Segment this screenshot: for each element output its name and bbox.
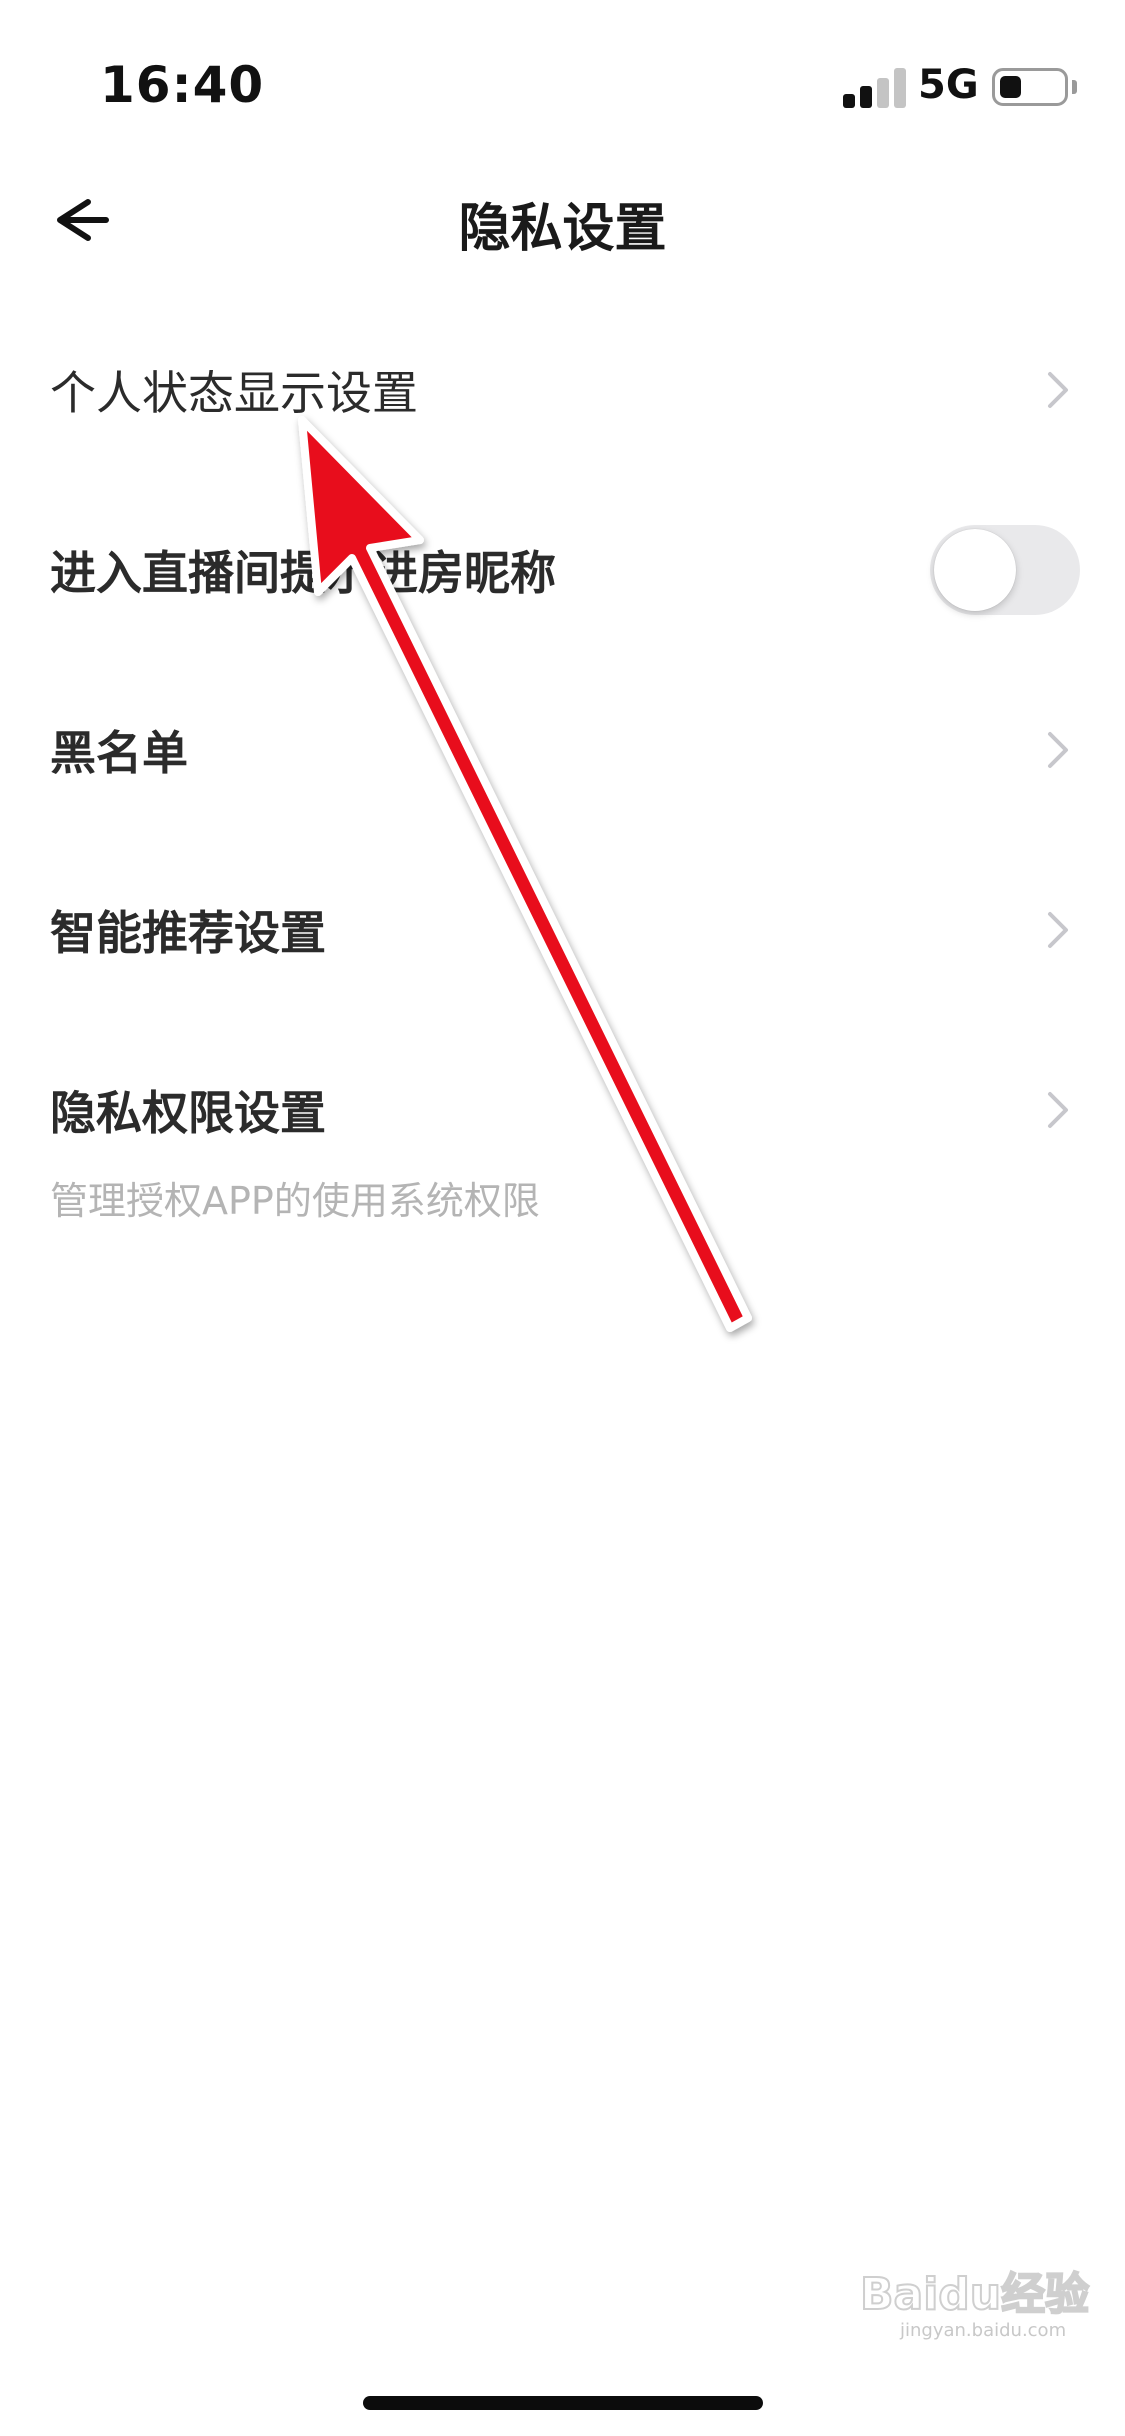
network-type: 5G <box>918 62 979 108</box>
setting-label: 进入直播间提示进房昵称 <box>50 546 556 600</box>
watermark-text: Baidu经验 <box>859 2268 1090 2321</box>
chevron-right-icon <box>1048 912 1068 948</box>
battery-cap <box>1072 80 1077 94</box>
setting-row-status-display[interactable]: 个人状态显示设置 <box>0 300 1125 480</box>
battery-level-fill <box>1000 76 1021 98</box>
baidu-watermark-logo: Baidu经验 jingyan.baidu.com <box>859 2240 1090 2341</box>
chevron-right-icon <box>1048 372 1068 408</box>
status-bar: 16:40 5G <box>0 0 1125 180</box>
chevron-right-icon <box>1048 1092 1068 1128</box>
setting-row-smart-recommend[interactable]: 智能推荐设置 <box>0 840 1125 1020</box>
chevron-right-icon <box>1048 732 1068 768</box>
home-indicator[interactable] <box>363 2396 763 2410</box>
battery-icon <box>992 68 1068 106</box>
setting-row-blacklist[interactable]: 黑名单 <box>0 660 1125 840</box>
cellular-signal-icon <box>843 68 907 108</box>
setting-row-room-entry-nickname: 进入直播间提示进房昵称 <box>0 480 1125 660</box>
settings-list: 个人状态显示设置 进入直播间提示进房昵称 黑名单 智能推荐设置 隐私权限设置 <box>0 300 1125 1200</box>
setting-label: 智能推荐设置 <box>50 906 326 960</box>
toggle-knob <box>934 529 1016 611</box>
room-entry-nickname-toggle[interactable] <box>930 525 1080 615</box>
status-time: 16:40 <box>100 56 265 114</box>
setting-label: 个人状态显示设置 <box>50 366 418 420</box>
setting-label: 隐私权限设置 <box>50 1086 326 1140</box>
page-title: 隐私设置 <box>458 199 667 259</box>
navigation-bar: 隐私设置 <box>0 160 1125 280</box>
watermark-subtext: jingyan.baidu.com <box>900 2320 1067 2341</box>
privacy-permissions-caption: 管理授权APP的使用系统权限 <box>50 1179 540 1223</box>
setting-label: 黑名单 <box>50 726 188 780</box>
